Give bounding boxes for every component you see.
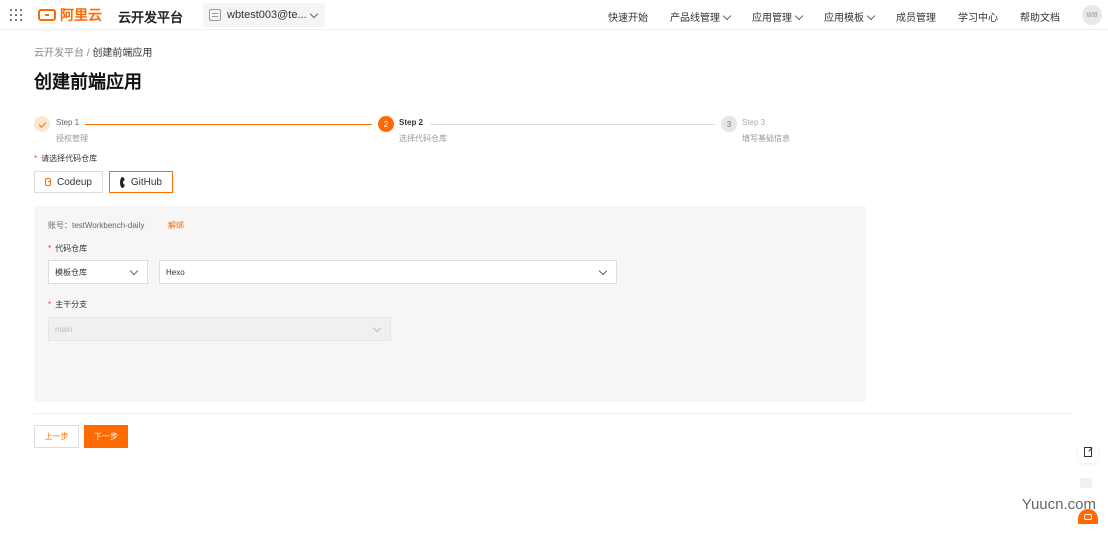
step-2-title: Step 2 <box>399 118 424 127</box>
document-icon <box>209 9 221 21</box>
breadcrumb: 云开发平台 / 创建前端应用 <box>34 44 152 59</box>
breadcrumb-parent[interactable]: 云开发平台 <box>34 48 84 59</box>
chevron-down-icon <box>129 266 139 276</box>
feedback-tool[interactable] <box>1078 443 1098 463</box>
code-repository-label: * 代码仓库 <box>48 243 87 254</box>
loading-placeholder <box>1080 478 1092 488</box>
github-settings-panel <box>34 206 866 402</box>
account-select[interactable]: wbtest003@te... <box>203 3 325 27</box>
nav-help-docs[interactable]: 帮助文档 <box>1020 9 1060 24</box>
page-title: 创建前端应用 <box>34 72 142 92</box>
step-3-pending-circle: 3 <box>721 116 737 132</box>
edit-icon <box>1084 447 1092 457</box>
codeup-button[interactable]: Codeup <box>34 171 103 193</box>
required-mark: * <box>48 244 52 253</box>
main-branch-label: * 主干分支 <box>48 299 87 310</box>
required-mark: * <box>34 154 38 163</box>
app-grid-icon[interactable] <box>10 9 22 21</box>
github-icon <box>120 176 128 188</box>
aliyun-logo-icon <box>38 9 56 21</box>
chevron-down-icon <box>598 266 608 276</box>
repository-type-value: 模板仓库 <box>55 267 87 277</box>
main-branch-label-text: 主干分支 <box>55 300 88 309</box>
repository-name-value: Hexo <box>166 267 185 277</box>
unbind-link[interactable]: 解绑 <box>168 220 184 231</box>
code-repository-label-text: 代码仓库 <box>55 244 88 253</box>
account-name: wbtest003@te... <box>227 9 307 21</box>
repository-name-select[interactable]: Hexo <box>159 260 617 284</box>
step-progress-line-completed <box>85 124 372 125</box>
message-badge[interactable] <box>1078 509 1098 524</box>
codeup-icon <box>45 178 51 186</box>
github-button[interactable]: GitHub <box>109 171 173 193</box>
nav-app-management-label: 应用管理 <box>752 12 792 24</box>
nav-member-management[interactable]: 成员管理 <box>896 9 936 24</box>
step-1-completed-circle <box>34 116 50 132</box>
chevron-down-icon <box>794 11 804 20</box>
main-branch-value: main <box>55 324 73 334</box>
nav-app-template[interactable]: 应用模板 <box>824 9 876 24</box>
nav-app-template-label: 应用模板 <box>824 12 864 24</box>
step-1-description: 授权管理 <box>56 134 88 143</box>
next-step-button[interactable]: 下一步 <box>84 425 128 448</box>
action-divider <box>34 413 1074 414</box>
check-icon <box>38 120 46 128</box>
top-nav-bar: 阿里云 云开发平台 wbtest003@te... 快速开始 产品线管理 应用管… <box>0 0 1108 30</box>
breadcrumb-separator: / <box>86 48 90 59</box>
step-3-title: Step 3 <box>742 118 766 127</box>
github-label: GitHub <box>130 176 162 188</box>
avatar[interactable]: WB <box>1082 5 1102 25</box>
chevron-down-icon <box>309 9 319 19</box>
previous-step-button[interactable]: 上一步 <box>34 425 79 448</box>
nav-app-management[interactable]: 应用管理 <box>752 9 804 24</box>
breadcrumb-current: 创建前端应用 <box>92 48 153 59</box>
repository-type-select[interactable]: 模板仓库 <box>48 260 148 284</box>
codeup-label: Codeup <box>56 176 92 188</box>
repository-label: * 请选择代码仓库 <box>34 153 97 164</box>
nav-product-line[interactable]: 产品线管理 <box>670 9 732 24</box>
nav-learning-center[interactable]: 学习中心 <box>958 9 998 24</box>
message-icon <box>1084 513 1092 520</box>
required-mark: * <box>48 300 52 309</box>
repository-label-text: 请选择代码仓库 <box>41 154 98 163</box>
brand-logo[interactable]: 阿里云 <box>38 6 102 24</box>
product-name[interactable]: 云开发平台 <box>118 7 183 26</box>
account-label: 账号：testWorkbench-daily <box>48 221 145 230</box>
top-navigation: 快速开始 产品线管理 应用管理 应用模板 成员管理 学习中心 帮助文档 <box>586 8 1060 24</box>
step-3-description: 填写基础信息 <box>742 134 790 143</box>
nav-quick-start[interactable]: 快速开始 <box>608 9 648 24</box>
brand-name: 阿里云 <box>60 7 102 23</box>
nav-product-line-label: 产品线管理 <box>670 12 720 24</box>
step-progress-line-pending <box>430 124 715 125</box>
chevron-down-icon <box>722 11 732 20</box>
chevron-down-icon <box>372 323 382 333</box>
step-2-current-circle: 2 <box>378 116 394 132</box>
step-2-description: 选择代码仓库 <box>399 134 447 143</box>
step-1-title: Step 1 <box>56 118 80 127</box>
chevron-down-icon <box>866 11 876 20</box>
main-branch-select: main <box>48 317 391 341</box>
